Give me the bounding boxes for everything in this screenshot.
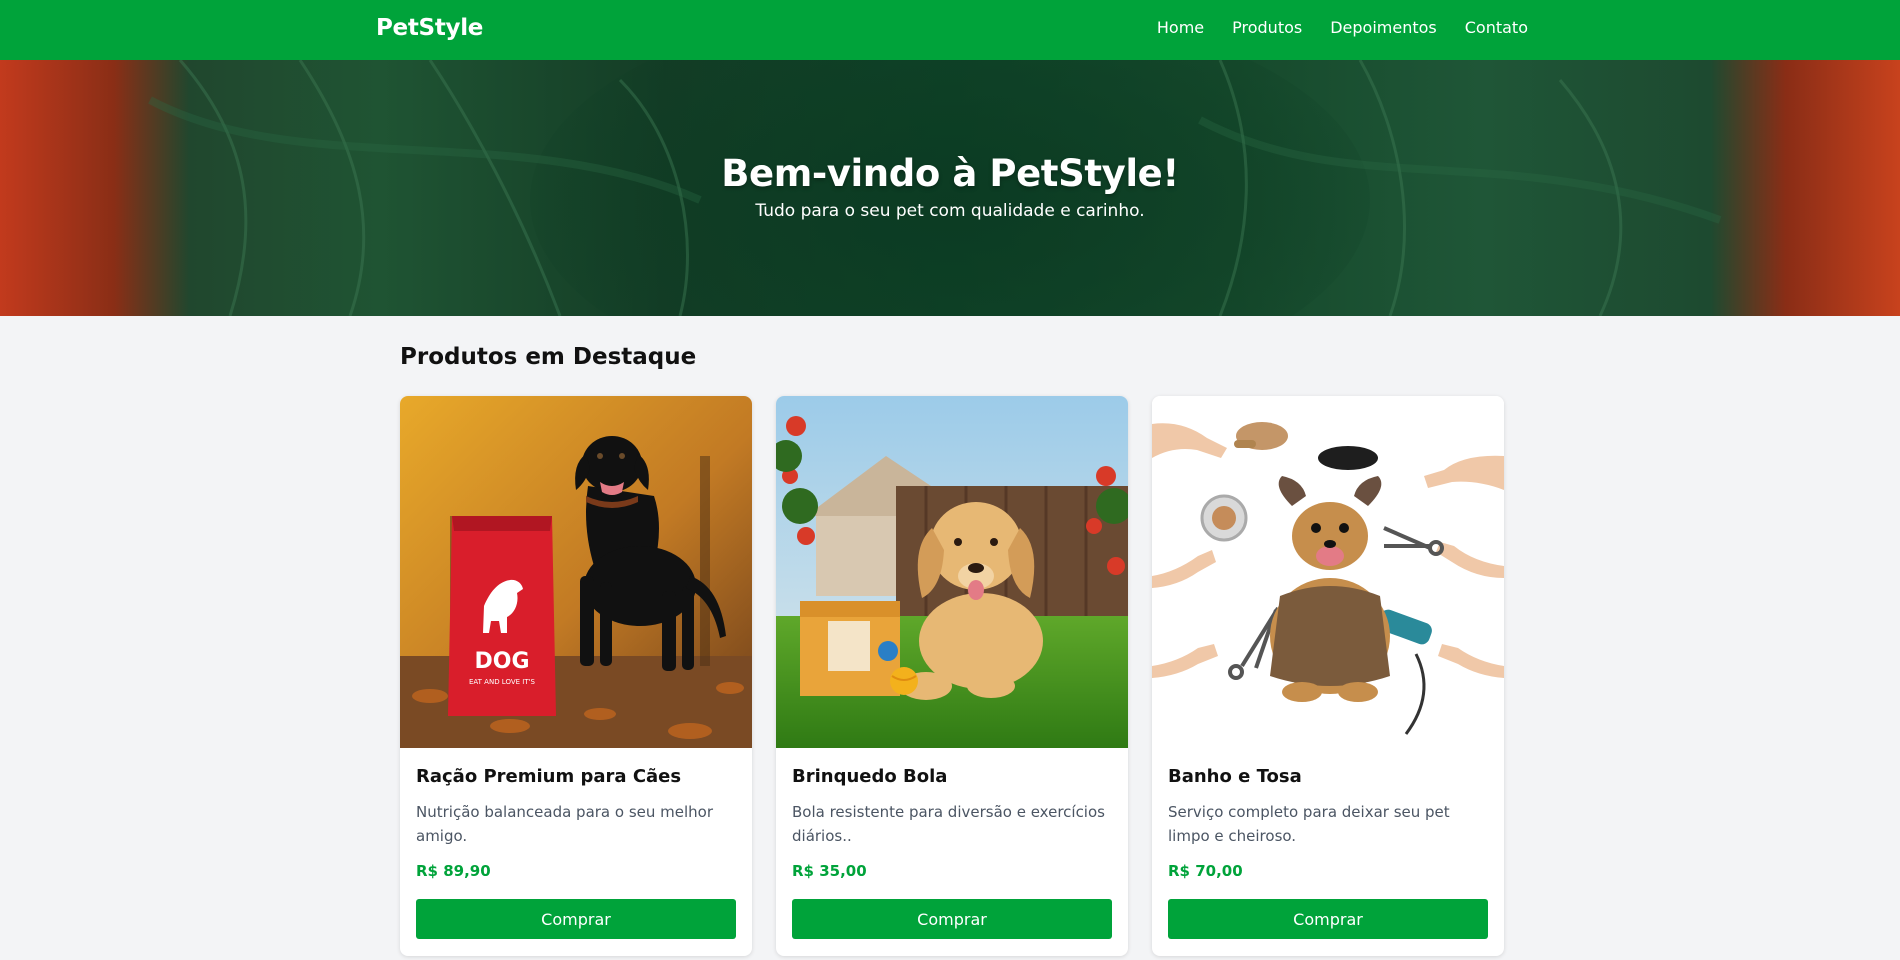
nav-menu: Home Produtos Depoimentos Contato xyxy=(1157,18,1528,37)
product-description: Nutrição balanceada para o seu melhor am… xyxy=(416,803,714,845)
product-description: Bola resistente para diversão e exercíci… xyxy=(792,803,1105,845)
product-card-banho-tosa: Banho e Tosa Serviço completo para deixa… xyxy=(1152,396,1504,956)
product-title: Ração Premium para Cães xyxy=(416,766,682,787)
nav-link-contato[interactable]: Contato xyxy=(1465,18,1528,37)
hero-banner: Bem-vindo à PetStyle! Tudo para o seu pe… xyxy=(0,60,1900,316)
brand-logo[interactable]: PetStyle xyxy=(376,15,483,41)
product-description: Serviço completo para deixar seu pet lim… xyxy=(1168,803,1450,845)
product-price: R$ 89,90 xyxy=(416,862,491,880)
nav-link-produtos[interactable]: Produtos xyxy=(1232,18,1302,37)
product-card-racao: DOG EAT AND LOVE IT'S Ração Premium para… xyxy=(400,396,752,956)
hero-title: Bem-vindo à PetStyle! xyxy=(721,152,1179,195)
product-card-bola: Brinquedo Bola Bola resistente para dive… xyxy=(776,396,1128,956)
product-title: Brinquedo Bola xyxy=(792,766,948,787)
buy-button-racao[interactable]: Comprar xyxy=(416,899,736,939)
nav-link-home[interactable]: Home xyxy=(1157,18,1204,37)
bag-brand-text: DOG xyxy=(474,649,529,674)
nav-link-depoimentos[interactable]: Depoimentos xyxy=(1330,18,1437,37)
bag-tagline-text: EAT AND LOVE IT'S xyxy=(469,678,536,686)
product-image-racao[interactable]: DOG EAT AND LOVE IT'S xyxy=(400,396,752,748)
section-title: Produtos em Destaque xyxy=(400,344,697,370)
product-title: Banho e Tosa xyxy=(1168,766,1302,787)
hero-subtitle: Tudo para o seu pet com qualidade e cari… xyxy=(755,201,1145,221)
product-price: R$ 70,00 xyxy=(1168,862,1243,880)
product-image-bola[interactable] xyxy=(776,396,1128,748)
navbar: PetStyle Home Produtos Depoimentos Conta… xyxy=(0,0,1900,60)
buy-button-bola[interactable]: Comprar xyxy=(792,899,1112,939)
product-image-banho-tosa[interactable] xyxy=(1152,396,1504,748)
buy-button-banho-tosa[interactable]: Comprar xyxy=(1168,899,1488,939)
product-price: R$ 35,00 xyxy=(792,862,867,880)
